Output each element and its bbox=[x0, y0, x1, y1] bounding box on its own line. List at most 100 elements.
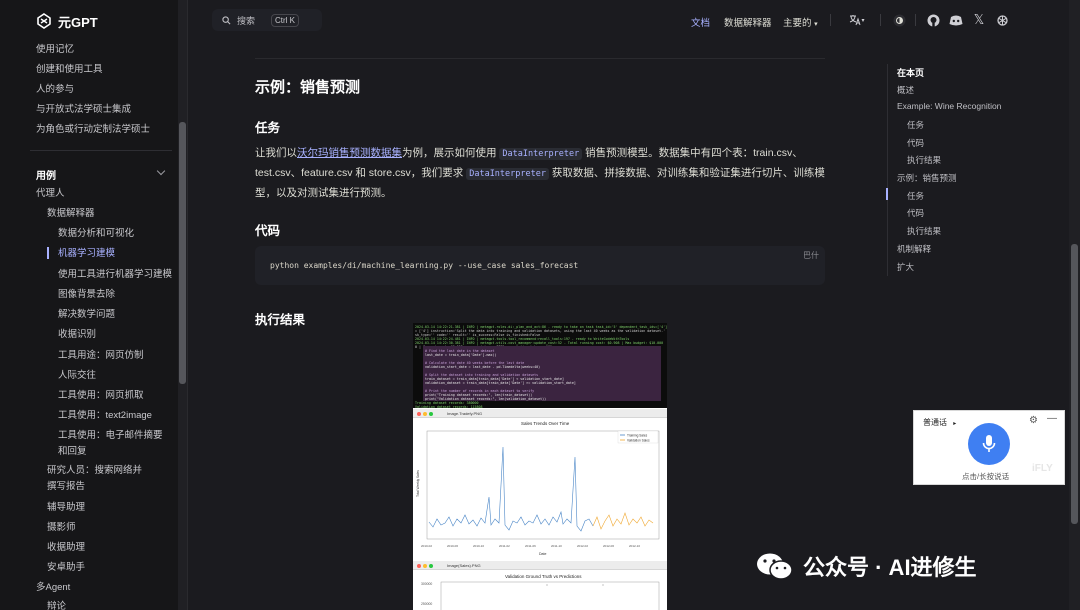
toc-active-indicator bbox=[886, 188, 888, 200]
sidebar-item-receipt-assistant[interactable]: 收据助理 bbox=[47, 542, 85, 554]
sidebar-section-usecases[interactable]: 用例 bbox=[36, 167, 56, 182]
search-button[interactable]: 搜索 Ctrl K bbox=[212, 9, 322, 31]
sidebar-item-social[interactable]: 人际交往 bbox=[58, 370, 96, 382]
y-tick: 250000 bbox=[421, 602, 432, 606]
toc-item-sales-task[interactable]: 任务 bbox=[907, 190, 924, 202]
wechat-watermark: 公众号 · AI进修生 bbox=[755, 550, 977, 582]
toc-item-wine[interactable]: Example: Wine Recognition bbox=[897, 101, 1001, 111]
sidebar-scrollbar-thumb[interactable] bbox=[179, 122, 186, 384]
sidebar: 元GPT bbox=[0, 0, 188, 610]
code-language-label: 巴什 bbox=[803, 251, 819, 260]
sidebar-item-custom-llm[interactable]: 为角色或行动定制法学硕士 bbox=[36, 124, 150, 136]
nav-data-interpreter[interactable]: 数据解释器 bbox=[724, 15, 772, 29]
image-viewer-filename: Image(Sales).PNG bbox=[447, 562, 481, 568]
toc-item-overview[interactable]: 概述 bbox=[897, 84, 914, 96]
topbar-divider bbox=[915, 14, 916, 26]
voice-language-select[interactable]: 普通话 ▸ bbox=[923, 417, 956, 428]
voice-hint: 点击/长按说话 bbox=[962, 472, 1010, 481]
sidebar-item-tutor[interactable]: 辅导助理 bbox=[47, 502, 85, 514]
legend-entry-training: Training Sales bbox=[627, 434, 648, 438]
data-point bbox=[602, 584, 604, 586]
sidebar-item-memory[interactable]: 使用记忆 bbox=[36, 44, 74, 56]
wechat-icon bbox=[757, 553, 793, 580]
brand-logo[interactable]: 元GPT bbox=[36, 11, 98, 31]
image-viewer-filename: Image.Tradefy.PNG bbox=[447, 410, 483, 416]
toc-track bbox=[887, 64, 888, 276]
watermark-text: 公众号 · AI进修生 bbox=[803, 555, 977, 580]
sidebar-item-multi-agent[interactable]: 多Agent bbox=[36, 582, 70, 594]
toc-item-wine-code[interactable]: 代码 bbox=[907, 137, 924, 149]
task-paragraph: 让我们以沃尔玛销售预测数据集为例，展示如何使用 DataInterpreter … bbox=[255, 144, 825, 203]
sidebar-item-web-scraping[interactable]: 工具使用：网页抓取 bbox=[58, 390, 144, 402]
x-tick: 2012-10 bbox=[629, 544, 640, 548]
chevron-right-icon: ▸ bbox=[953, 421, 957, 427]
plot-frame bbox=[426, 430, 660, 540]
code-block[interactable]: python examples/di/machine_learning.py -… bbox=[255, 246, 825, 285]
sidebar-item-bg-removal[interactable]: 图像背景去除 bbox=[58, 289, 115, 301]
sidebar-active-indicator bbox=[47, 247, 49, 259]
image-viewer-titlebar: Image(Sales).PNG bbox=[413, 561, 667, 570]
section-heading-task: 任务 bbox=[255, 121, 281, 135]
github-icon[interactable] bbox=[926, 13, 940, 27]
section-heading-result: 执行结果 bbox=[255, 313, 306, 327]
translate-icon[interactable]: ▾ bbox=[845, 13, 869, 27]
sidebar-item-web-imitation[interactable]: 工具用途：网页仿制 bbox=[58, 350, 144, 362]
sidebar-item-receipt-ocr[interactable]: 收据识别 bbox=[58, 329, 96, 341]
sidebar-item-researcher[interactable]: 研究人员：搜索网络并撰写报告 bbox=[47, 463, 147, 495]
sidebar-item-photographer[interactable]: 摄影师 bbox=[47, 522, 76, 534]
validation-sales-line bbox=[592, 512, 654, 530]
sidebar-item-data-interpreter[interactable]: 数据解释器 bbox=[47, 208, 95, 220]
nav-main[interactable]: 主要的 ▾ bbox=[783, 15, 818, 29]
toc-item-sales-code[interactable]: 代码 bbox=[907, 207, 924, 219]
nav-docs[interactable]: 文档 bbox=[691, 15, 710, 29]
discord-icon[interactable] bbox=[949, 13, 963, 27]
x-twitter-icon[interactable]: 𝕏 bbox=[972, 12, 986, 27]
sidebar-item-human[interactable]: 人的参与 bbox=[36, 84, 74, 96]
sidebar-item-open-llm[interactable]: 与开放式法学硕士集成 bbox=[36, 104, 131, 116]
toc-item-mechanism[interactable]: 机制解释 bbox=[897, 243, 931, 255]
inline-code-datainterpreter: DataInterpreter bbox=[466, 168, 549, 180]
sidebar-item-debate[interactable]: 辩论 bbox=[47, 601, 66, 610]
nav-main-label: 主要的 bbox=[783, 18, 812, 29]
sidebar-item-tools[interactable]: 创建和使用工具 bbox=[36, 64, 103, 76]
microphone-button[interactable] bbox=[968, 423, 1010, 465]
task-text-1: 让我们以 bbox=[255, 147, 297, 159]
toc-item-wine-result[interactable]: 执行结果 bbox=[907, 154, 941, 166]
topbar-divider bbox=[880, 14, 881, 26]
settings-icon[interactable]: ⚙ bbox=[1029, 415, 1038, 426]
sidebar-item-ml-modeling[interactable]: 机器学习建模 bbox=[58, 248, 115, 260]
sidebar-divider bbox=[30, 150, 172, 151]
validation-chart: 300000 250000 bbox=[421, 581, 660, 610]
code-line[interactable]: python examples/di/machine_learning.py -… bbox=[270, 261, 578, 270]
page-title: 示例：销售预测 bbox=[255, 79, 361, 96]
section-heading-code: 代码 bbox=[255, 224, 281, 238]
openai-icon[interactable] bbox=[995, 13, 1009, 27]
x-tick: 2010-06 bbox=[447, 544, 458, 548]
page-scrollbar-thumb[interactable] bbox=[1071, 244, 1078, 524]
sidebar-item-math[interactable]: 解决数学问题 bbox=[58, 309, 115, 321]
plot-title: Sales Trends Over Time bbox=[521, 421, 570, 426]
dataset-link[interactable]: 沃尔玛销售预测数据集 bbox=[297, 147, 402, 159]
y-axis-label: Total Weekly Sales bbox=[416, 470, 420, 497]
toc-item-wine-task[interactable]: 任务 bbox=[907, 119, 924, 131]
x-tick: 2011-06 bbox=[525, 544, 536, 548]
toc-item-extend[interactable]: 扩大 bbox=[897, 261, 914, 273]
x-tick: 2012-02 bbox=[577, 544, 588, 548]
sidebar-item-data-analysis[interactable]: 数据分析和可视化 bbox=[58, 228, 134, 240]
toc-item-sales-result[interactable]: 执行结果 bbox=[907, 225, 941, 237]
search-label: 搜索 bbox=[237, 15, 256, 26]
sidebar-item-ml-tools[interactable]: 使用工具进行机器学习建模 bbox=[58, 269, 172, 281]
sidebar-item-agent[interactable]: 代理人 bbox=[36, 188, 65, 200]
topbar-divider bbox=[830, 14, 831, 26]
sidebar-item-text2image[interactable]: 工具使用：text2image bbox=[58, 410, 152, 422]
brand-logo-icon bbox=[37, 13, 51, 29]
minimize-icon[interactable]: — bbox=[1047, 413, 1057, 424]
toc-item-sales[interactable]: 示例：销售预测 bbox=[897, 172, 957, 184]
legend-entry-validation: Validation Sales bbox=[627, 439, 650, 443]
chevron-down-icon: ▾ bbox=[814, 21, 818, 28]
sidebar-item-email[interactable]: 工具使用：电子邮件摘要和回复 bbox=[58, 428, 166, 460]
sidebar-item-android[interactable]: 安卓助手 bbox=[47, 562, 85, 574]
top-bar: 搜索 Ctrl K 文档 数据解释器 主要的 ▾ ▾ 𝕏 bbox=[188, 0, 1068, 40]
theme-toggle-icon[interactable] bbox=[892, 13, 906, 27]
execution-result-image: 2024-03-14 14:22:21.381 | INFO | metagpt… bbox=[413, 323, 667, 610]
